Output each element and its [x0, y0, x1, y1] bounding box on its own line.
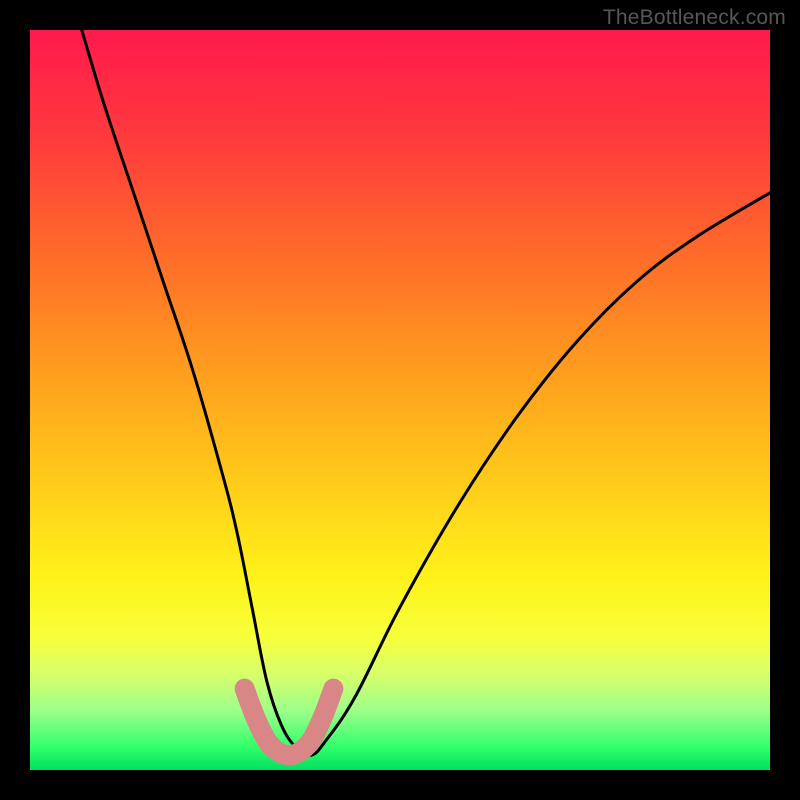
chart-plot-area — [30, 30, 770, 770]
bottleneck-curve — [82, 30, 770, 755]
chart-svg — [30, 30, 770, 770]
watermark-label: TheBottleneck.com — [603, 6, 786, 30]
chart-frame: TheBottleneck.com — [0, 0, 800, 800]
highlight-band — [245, 689, 334, 756]
